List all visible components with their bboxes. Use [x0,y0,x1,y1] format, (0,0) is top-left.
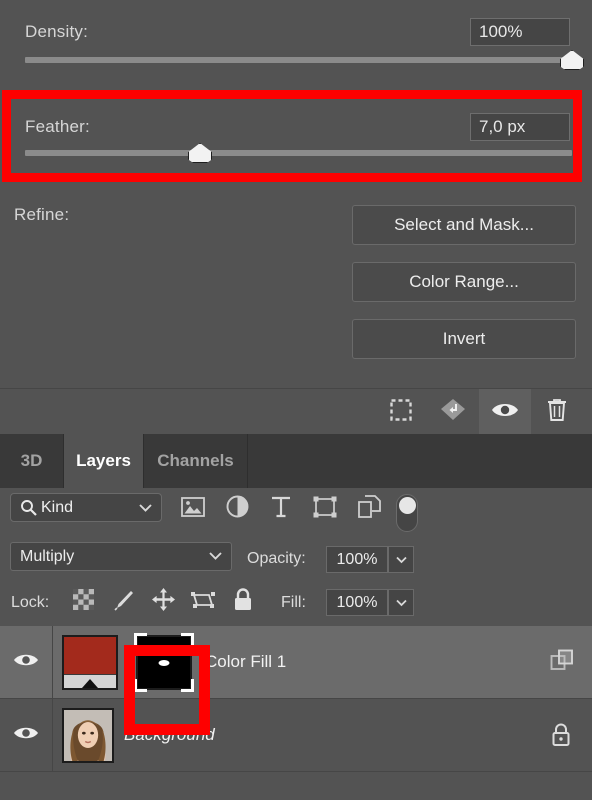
layer-list: Color Fill 1 Background [0,626,592,772]
color-fill-swatch [64,637,116,674]
chevron-down-icon [139,503,152,512]
filter-smart-objects-button[interactable] [352,495,386,523]
lock-row: Lock: Fill: 100% [0,580,592,624]
invert-button[interactable]: Invert [352,319,576,359]
apply-mask-icon [440,398,466,427]
layer-visibility-toggle[interactable] [0,699,52,771]
color-range-button[interactable]: Color Range... [352,262,576,302]
table-row[interactable]: Color Fill 1 [0,626,592,699]
lock-nesting-artboard-icon [191,589,215,616]
fill-value-input[interactable]: 100% [326,589,388,616]
smart-object-icon [357,495,381,523]
lock-position-button[interactable] [148,588,178,616]
layer-thumbnail-color-fill[interactable] [62,635,118,690]
density-label: Density: [25,22,89,41]
density-value-input[interactable]: 100% [470,18,570,46]
fill-stepper-button[interactable] [388,589,414,616]
layer-name-label: Color Fill 1 [205,652,287,671]
mask-properties-panel: Density: 100% Feather: 7,0 px Refine: Se… [0,0,592,388]
lock-transparency-icon [72,589,94,615]
layer-filter-kind-label: Kind [41,498,74,516]
filter-toggle-knob [399,497,416,514]
filter-toggle-switch[interactable] [396,494,418,532]
mask-toolbar [0,388,592,435]
eye-visibility-icon [13,724,39,747]
layer-name-label: Background [124,725,215,744]
lock-image-brush-icon [112,589,134,616]
opacity-label: Opacity: [247,550,306,567]
lock-position-move-icon [151,588,175,616]
trash-delete-icon [546,398,568,427]
mask-white-area [158,659,170,666]
lock-padlock-icon[interactable] [550,722,576,748]
tab-layers[interactable]: Layers [64,434,144,488]
search-icon [20,499,37,516]
divider [52,699,53,771]
clipping-link-icon[interactable] [550,649,576,675]
layer-visibility-toggle[interactable] [0,626,52,698]
type-layer-icon [271,496,291,523]
refine-label: Refine: [14,205,70,224]
feather-slider-track[interactable] [25,150,572,156]
layer-filter-kind-select[interactable]: Kind [10,493,162,522]
layers-panel: Kind Multiply Opacity: 100% Lock: Fill: … [0,488,592,800]
chevron-down-icon [209,551,222,560]
density-slider-track[interactable] [25,57,572,63]
select-and-mask-button[interactable]: Select and Mask... [352,205,576,245]
chevron-down-icon [395,551,407,569]
delete-mask-button[interactable] [531,389,583,435]
filter-pixel-layers-button[interactable] [176,496,210,522]
lock-label: Lock: [11,594,50,611]
layer-thumbnail-background-photo[interactable] [62,708,114,763]
toggle-mask-visibility-button[interactable] [479,389,531,435]
photoshop-panel-screenshot: Density: 100% Feather: 7,0 px Refine: Se… [0,0,592,800]
mask-selected-bracket [181,679,194,692]
opacity-stepper-button[interactable] [388,546,414,573]
panel-tab-bar: 3D Layers Channels [0,434,592,488]
density-slider-thumb[interactable] [560,50,584,70]
adjustment-layer-icon [226,495,249,523]
mask-selected-bracket [134,633,147,646]
lock-all-padlock-icon [233,588,253,616]
filter-adjustment-layers-button[interactable] [220,495,254,523]
opacity-value-input[interactable]: 100% [326,546,388,573]
shape-layer-icon [313,496,337,523]
filter-shape-layers-button[interactable] [308,496,342,522]
tab-3d[interactable]: 3D [0,434,64,488]
lock-all-button[interactable] [228,588,258,616]
feather-label: Feather: [25,117,90,136]
table-row[interactable]: Background [0,699,592,772]
eye-visibility-icon [491,400,519,425]
chevron-down-icon [395,594,407,612]
layer-mask-thumbnail[interactable] [134,633,194,692]
pixel-layer-icon [181,496,205,522]
filter-type-layers-button[interactable] [264,496,298,522]
eye-visibility-icon [13,651,39,674]
mask-selected-bracket [134,679,147,692]
selection-marquee-button[interactable] [375,389,427,435]
selection-marquee-icon [390,398,412,426]
divider [52,626,53,698]
tab-channels[interactable]: Channels [144,434,248,488]
fill-label: Fill: [281,594,306,611]
mask-selected-bracket [181,633,194,646]
blend-mode-value: Multiply [20,547,75,565]
color-fill-gradient-strip [64,674,116,688]
lock-nesting-button[interactable] [188,588,218,616]
feather-value-input[interactable]: 7,0 px [470,113,570,141]
lock-transparency-button[interactable] [68,588,98,616]
lock-image-button[interactable] [108,588,138,616]
blend-mode-select[interactable]: Multiply [10,542,232,571]
feather-slider-thumb[interactable] [188,143,213,163]
blend-mode-row: Multiply Opacity: 100% [0,538,592,580]
layer-filter-row: Kind [0,488,592,538]
apply-mask-button[interactable] [427,389,479,435]
